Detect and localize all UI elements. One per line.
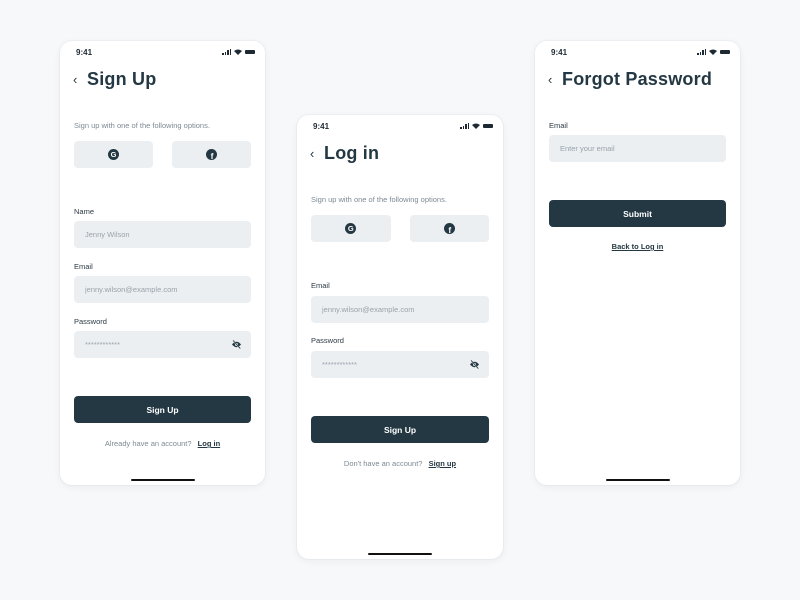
facebook-icon: f bbox=[443, 223, 455, 234]
signup-prompt-text: Don't have an account? bbox=[343, 459, 423, 468]
signup-prompt: Don't have an account? Sign up bbox=[297, 459, 503, 468]
back-to-login: Back to Log in bbox=[535, 242, 740, 251]
facebook-signin-button[interactable]: f bbox=[172, 141, 251, 168]
google-signin-button[interactable]: G bbox=[311, 215, 391, 242]
wifi-icon bbox=[234, 49, 242, 55]
google-icon: G bbox=[345, 223, 357, 234]
sign-up-screen: 9:41 ‹ Sign Up Sign up with one of the f… bbox=[60, 41, 265, 485]
wifi-icon bbox=[472, 123, 480, 129]
page-title: Log in bbox=[324, 143, 380, 163]
home-indicator bbox=[368, 552, 432, 555]
password-field[interactable] bbox=[311, 351, 489, 378]
email-input[interactable] bbox=[322, 305, 478, 314]
sign-up-button[interactable]: Sign Up bbox=[74, 396, 251, 423]
login-prompt-text: Already have an account? bbox=[104, 439, 192, 448]
page-title: Sign Up bbox=[87, 69, 157, 89]
back-chevron-icon[interactable]: ‹ bbox=[548, 73, 562, 86]
email-field[interactable] bbox=[549, 135, 726, 162]
login-link[interactable]: Log in bbox=[198, 439, 221, 448]
name-input[interactable] bbox=[85, 230, 240, 239]
status-bar: 9:41 bbox=[313, 120, 493, 132]
log-in-screen: 9:41 ‹ Log in Sign up with one of the fo… bbox=[297, 115, 503, 559]
cellular-signal-icon bbox=[460, 123, 469, 129]
wifi-icon bbox=[709, 49, 717, 55]
password-input[interactable] bbox=[322, 360, 478, 369]
email-label: Email bbox=[74, 262, 93, 271]
home-indicator bbox=[605, 478, 670, 481]
login-prompt: Already have an account? Log in bbox=[60, 439, 265, 448]
email-input[interactable] bbox=[560, 144, 715, 153]
eye-off-icon[interactable] bbox=[469, 360, 480, 369]
facebook-icon: f bbox=[206, 149, 217, 160]
forgot-password-screen: 9:41 ‹ Forgot Password Email Submit Back… bbox=[535, 41, 740, 485]
facebook-signin-button[interactable]: f bbox=[409, 215, 489, 242]
battery-icon bbox=[483, 124, 493, 128]
google-icon: G bbox=[108, 149, 119, 160]
social-hint: Sign up with one of the following option… bbox=[74, 121, 210, 130]
social-hint: Sign up with one of the following option… bbox=[311, 195, 447, 204]
login-submit-button[interactable]: Sign Up bbox=[311, 416, 489, 443]
email-input[interactable] bbox=[85, 285, 240, 294]
name-field[interactable] bbox=[74, 221, 251, 248]
google-signin-button[interactable]: G bbox=[74, 141, 153, 168]
back-to-login-link[interactable]: Back to Log in bbox=[612, 242, 664, 251]
email-field[interactable] bbox=[311, 296, 489, 323]
page-title: Forgot Password bbox=[562, 69, 713, 89]
status-time: 9:41 bbox=[551, 47, 568, 57]
status-bar: 9:41 bbox=[551, 46, 730, 58]
back-chevron-icon[interactable]: ‹ bbox=[73, 73, 87, 86]
cellular-signal-icon bbox=[222, 49, 231, 55]
submit-button[interactable]: Submit bbox=[549, 200, 726, 227]
status-bar: 9:41 bbox=[76, 46, 255, 58]
social-buttons: G f bbox=[311, 215, 489, 242]
status-time: 9:41 bbox=[76, 47, 93, 57]
eye-off-icon[interactable] bbox=[231, 340, 242, 349]
email-label: Email bbox=[549, 121, 568, 130]
password-input[interactable] bbox=[85, 340, 240, 349]
email-field[interactable] bbox=[74, 276, 251, 303]
cellular-signal-icon bbox=[697, 49, 706, 55]
signup-link[interactable]: Sign up bbox=[429, 459, 457, 468]
battery-icon bbox=[245, 50, 255, 54]
name-label: Name bbox=[74, 207, 95, 216]
password-label: Password bbox=[74, 317, 107, 326]
back-chevron-icon[interactable]: ‹ bbox=[310, 147, 324, 160]
password-field[interactable] bbox=[74, 331, 251, 358]
email-label: Email bbox=[311, 281, 330, 290]
home-indicator bbox=[130, 478, 195, 481]
password-label: Password bbox=[311, 336, 344, 345]
battery-icon bbox=[720, 50, 730, 54]
social-buttons: G f bbox=[74, 141, 251, 168]
status-time: 9:41 bbox=[313, 121, 330, 131]
